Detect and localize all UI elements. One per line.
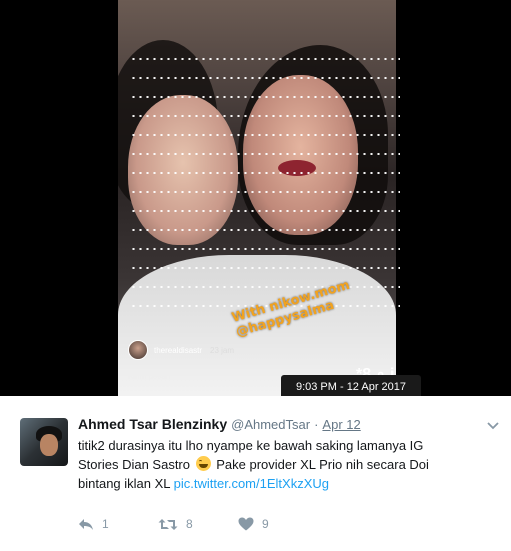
dot-line xyxy=(130,210,400,212)
tweet-text-part: bintang iklan XL xyxy=(78,476,171,491)
dot-line xyxy=(130,153,400,155)
tweet-date-link[interactable]: Apr 12 xyxy=(322,417,360,432)
tweet-text-part: Pake provider XL Prio nih secara Doi xyxy=(216,457,429,472)
story-time: 23 jam xyxy=(210,345,235,355)
dot-line xyxy=(130,229,400,231)
user-fullname[interactable]: Ahmed Tsar Blenzinky xyxy=(78,416,227,432)
pic-link[interactable]: pic.twitter.com/1EltXkzXUg xyxy=(174,476,329,491)
like-count: 9 xyxy=(262,517,269,531)
tweet-text-line: titik2 durasinya itu lho nyampe ke bawah… xyxy=(78,438,424,453)
avatar[interactable] xyxy=(20,418,68,466)
dot-line xyxy=(130,172,400,174)
story-user: therealdisastr 23 jam xyxy=(128,340,234,360)
retweet-button[interactable]: 8 xyxy=(158,517,238,531)
tweet-text-line: Stories Dian Sastro Pake provider XL Pri… xyxy=(78,455,498,474)
retweet-icon xyxy=(158,518,178,531)
tweet-text-line: bintang iklan XL pic.twitter.com/1EltXkz… xyxy=(78,474,498,493)
dot-line xyxy=(130,77,400,79)
tweet-header: Ahmed Tsar Blenzinky @AhmedTsar · Apr 12 xyxy=(78,416,361,432)
header-separator: · xyxy=(314,417,319,432)
story-message-field: Kirim pesan xyxy=(128,372,171,381)
dot-line xyxy=(130,191,400,193)
avatar-face xyxy=(40,434,58,456)
tweet-text-part: Stories Dian Sastro xyxy=(78,457,190,472)
dot-line xyxy=(130,115,400,117)
retweet-count: 8 xyxy=(186,517,193,531)
reply-icon xyxy=(78,518,94,531)
tweet-actions: 1 8 9 xyxy=(78,517,318,531)
dot-line xyxy=(130,134,400,136)
like-button[interactable]: 9 xyxy=(238,517,318,531)
heart-icon xyxy=(238,517,254,531)
dot-line xyxy=(130,96,400,98)
user-screenname[interactable]: @AhmedTsar xyxy=(231,417,310,432)
story-progress-dots xyxy=(130,58,400,324)
dot-line xyxy=(130,248,400,250)
tweet-media[interactable]: With nikow.mom @happysalma therealdisast… xyxy=(0,0,511,396)
dot-line xyxy=(130,58,400,60)
reply-button[interactable]: 1 xyxy=(78,517,158,531)
dot-line xyxy=(130,267,400,269)
tweet-text: titik2 durasinya itu lho nyampe ke bawah… xyxy=(78,436,498,493)
tweet: Ahmed Tsar Blenzinky @AhmedTsar · Apr 12… xyxy=(0,396,511,551)
grinning-face-emoji-icon xyxy=(195,456,211,471)
story-username: therealdisastr xyxy=(154,345,203,355)
reply-count: 1 xyxy=(102,517,109,531)
chevron-down-icon[interactable] xyxy=(487,418,499,433)
story-avatar xyxy=(128,340,148,360)
dot-line xyxy=(130,286,400,288)
